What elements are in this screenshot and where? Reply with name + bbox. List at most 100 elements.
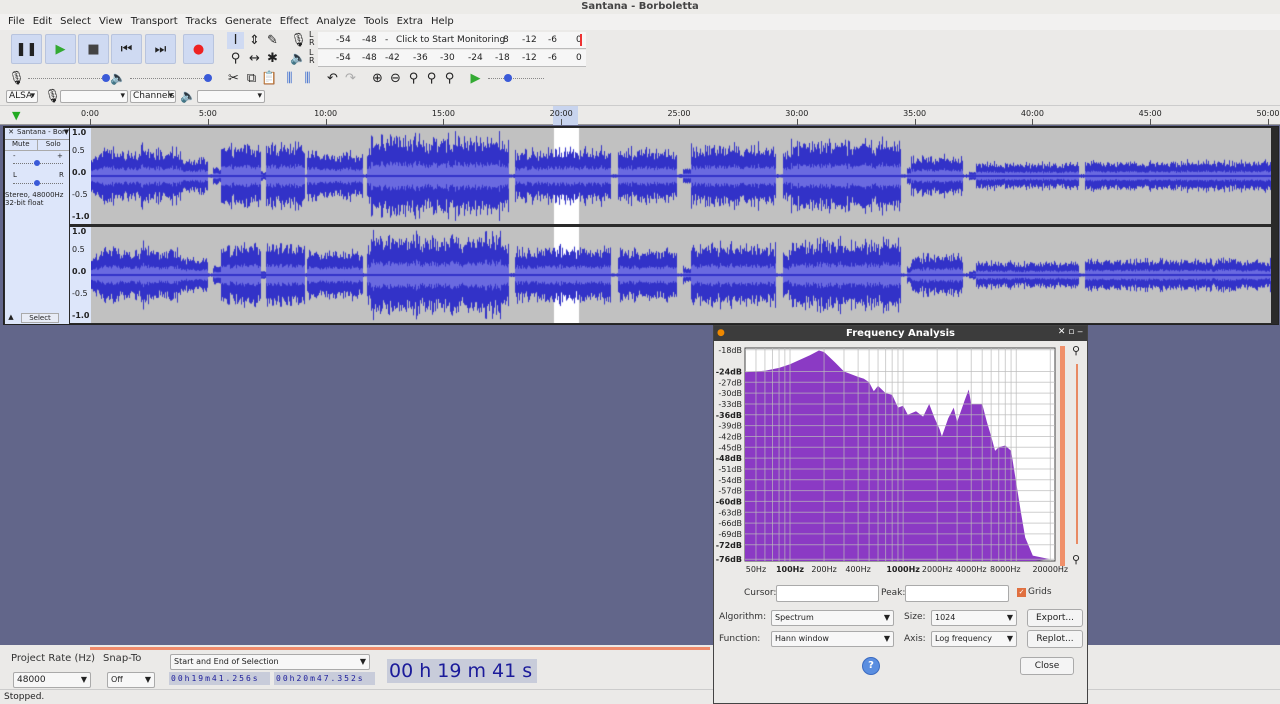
slider-thumb[interactable] (102, 74, 110, 82)
zoom-tool-icon[interactable]: ⚲ (227, 50, 244, 67)
menu-extra[interactable]: Extra (393, 14, 427, 30)
axis-label: Axis: (904, 634, 926, 644)
replot-button[interactable]: Replot... (1027, 630, 1083, 648)
meter-tick: -18 (495, 53, 510, 63)
selection-tool-icon[interactable]: I (227, 32, 244, 49)
cursor-field[interactable] (776, 585, 879, 602)
playback-device-select[interactable] (197, 90, 265, 103)
play-head-icon[interactable]: ▼ (12, 109, 20, 122)
solo-button[interactable]: Solo (38, 140, 70, 150)
mute-button[interactable]: Mute (5, 140, 38, 150)
slider-thumb[interactable] (34, 180, 40, 186)
function-select[interactable]: Hann window (771, 631, 894, 647)
fit-project-icon[interactable]: ⚲ (423, 70, 440, 87)
silence-icon[interactable]: ⫼ (299, 70, 316, 87)
select-track-button[interactable]: Select (21, 313, 59, 323)
stop-button[interactable]: ■ (78, 34, 109, 64)
play-speed-slider[interactable] (488, 78, 544, 79)
track-name-menu[interactable]: Santana - Borboletta (17, 128, 64, 139)
timeshift-tool-icon[interactable]: ↔ (246, 50, 263, 67)
help-button[interactable]: ? (862, 657, 880, 675)
play-at-speed-icon[interactable]: ▶ (467, 70, 484, 87)
copy-icon[interactable]: ⧉ (243, 70, 260, 87)
selection-mode-select[interactable]: Start and End of Selection (170, 654, 370, 670)
collapse-icon[interactable]: ▲ (5, 313, 17, 321)
selection-end-time[interactable]: 00h20m47.352s (274, 672, 375, 685)
paste-icon[interactable]: 📋 (261, 70, 278, 87)
peak-field[interactable] (905, 585, 1009, 602)
snap-to-select[interactable]: Off (107, 672, 155, 688)
playback-meter[interactable]: -54 -48 -42 -36 -30 -24 -18 -12 -6 0 (318, 50, 586, 67)
menu-tools[interactable]: Tools (360, 14, 393, 30)
multi-tool-icon[interactable]: ✱ (264, 50, 281, 67)
audio-host-select[interactable]: ALSA (6, 90, 38, 103)
undo-icon[interactable]: ↶ (324, 70, 341, 87)
zoom-toggle-icon[interactable]: ⚲ (441, 70, 458, 87)
cut-icon[interactable]: ✂ (225, 70, 242, 87)
menu-generate[interactable]: Generate (221, 14, 276, 30)
menu-analyze[interactable]: Analyze (313, 14, 360, 30)
axis-select[interactable]: Log frequency (931, 631, 1017, 647)
grids-checkbox[interactable]: ✓ (1017, 588, 1026, 597)
zoom-out-icon[interactable]: ⊖ (387, 70, 404, 87)
meter-tick: -48 (362, 35, 377, 45)
menu-help[interactable]: Help (427, 14, 458, 30)
timeline-ruler[interactable]: ▼ 0:00 5:00 10:00 15:00 20:00 25:00 30:00 35:00… (0, 106, 1280, 125)
record-meter[interactable]: -54 -48- Click to Start Monitoring 8 -12 -6 0 (318, 32, 586, 49)
meter-tick: -24 (468, 53, 483, 63)
zoom-out-icon[interactable]: ⚲ (1072, 553, 1080, 566)
meter-tick: -12 (522, 53, 537, 63)
algorithm-select[interactable]: Spectrum (771, 610, 894, 626)
play-button[interactable]: ▶ (45, 34, 76, 64)
spectrum-plot[interactable]: -18dB -24dB -27dB -30dB -33dB -36dB -39dB-42dB… (714, 342, 1089, 582)
close-button[interactable]: Close (1020, 657, 1074, 675)
ruler-tick-label: 35:00 (903, 109, 927, 118)
trim-icon[interactable]: ⫼ (281, 70, 298, 87)
menu-view[interactable]: View (95, 14, 127, 30)
meter-tick: -30 (440, 53, 455, 63)
project-rate-select[interactable]: 48000 (13, 672, 91, 688)
menu-select[interactable]: Select (56, 14, 95, 30)
audio-position-display[interactable]: 00 h 19 m 41 s (387, 659, 537, 683)
ruler-tick (1032, 119, 1034, 125)
close-track-icon[interactable]: ✕ (5, 128, 17, 139)
zoom-in-icon[interactable]: ⊕ (369, 70, 386, 87)
recording-volume-slider[interactable] (28, 78, 106, 79)
waveform-left-channel[interactable] (91, 128, 1271, 224)
zoom-slider[interactable] (1076, 364, 1078, 544)
chevron-down-icon[interactable]: ▼ (64, 128, 69, 139)
redo-icon[interactable]: ↷ (342, 70, 359, 87)
waveform-right-channel[interactable] (91, 227, 1271, 323)
export-button[interactable]: Export... (1027, 609, 1083, 627)
ruler-tick (443, 119, 445, 125)
recording-channels-select[interactable]: Channels (130, 90, 176, 103)
microphone-icon[interactable]: 🎙 (290, 32, 307, 49)
slider-thumb[interactable] (504, 74, 512, 82)
status-bar: Stopped. (0, 689, 1280, 704)
fit-selection-icon[interactable]: ⚲ (405, 70, 422, 87)
slider-thumb[interactable] (204, 74, 212, 82)
record-button[interactable]: ● (183, 34, 214, 64)
zoom-in-icon[interactable]: ⚲ (1072, 344, 1080, 357)
menu-edit[interactable]: Edit (29, 14, 56, 30)
menu-transport[interactable]: Transport (127, 14, 182, 30)
skip-start-button[interactable]: ⏮ (111, 34, 142, 64)
slider-thumb[interactable] (34, 160, 40, 166)
menu-effect[interactable]: Effect (276, 14, 313, 30)
window-controls[interactable]: ✕ ▫ ‒ (1058, 327, 1083, 337)
ruler-tick-label: 5:00 (198, 109, 217, 118)
menu-tracks[interactable]: Tracks (182, 14, 221, 30)
ruler-tick-label: 50:00 (1256, 109, 1280, 118)
selection-start-time[interactable]: 00h19m41.256s (169, 672, 270, 685)
envelope-tool-icon[interactable]: ⇕ (246, 32, 263, 49)
vertical-zoom-bar (1060, 346, 1065, 566)
playback-volume-slider[interactable] (130, 78, 208, 79)
pause-button[interactable]: ❚❚ (11, 34, 42, 64)
recording-device-select[interactable] (60, 90, 128, 103)
menu-file[interactable]: File (4, 14, 29, 30)
skip-end-button[interactable]: ⏭ (145, 34, 176, 64)
speaker-icon[interactable]: 🔈 (290, 50, 307, 67)
size-select[interactable]: 1024 (931, 610, 1017, 626)
db-tick-label: -48dB (716, 454, 742, 463)
draw-tool-icon[interactable]: ✎ (264, 32, 281, 49)
